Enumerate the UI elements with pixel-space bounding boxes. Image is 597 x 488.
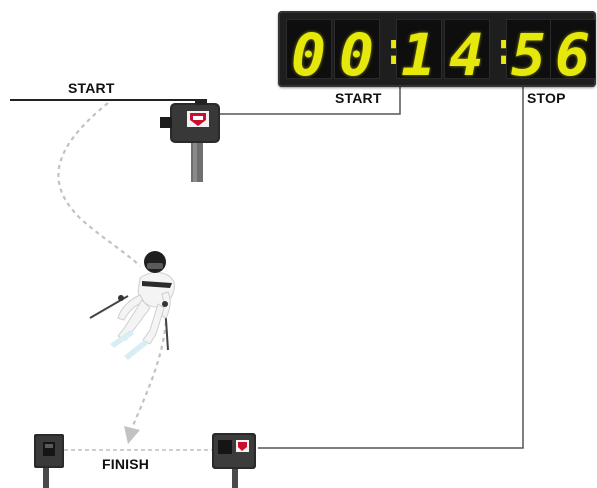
- digit-cell: 5: [506, 19, 552, 84]
- photocell-icon: [212, 433, 256, 488]
- timer-stop-label: STOP: [527, 90, 566, 106]
- digit-cell: 4: [444, 19, 490, 84]
- digit-cell: 0: [286, 19, 332, 84]
- timer-display: 0 0 : 1 4 : 5 6: [278, 11, 596, 87]
- skier-icon: [89, 251, 175, 360]
- finish-label: FINISH: [102, 456, 150, 472]
- stop-wire: [258, 87, 524, 449]
- timer-digit: 1: [401, 21, 436, 89]
- start-gate-icon: [160, 99, 220, 182]
- digit-cell: 1: [396, 19, 442, 84]
- timer-digit: 0: [291, 21, 326, 89]
- timer-digit: 4: [449, 21, 484, 89]
- timer-start-label: START: [335, 90, 382, 106]
- start-line-label: START: [68, 80, 115, 96]
- timer-digit: 0: [339, 21, 374, 89]
- timer-digit: 6: [555, 21, 590, 89]
- digit-cell: 6: [550, 19, 596, 84]
- digit-cell: 0: [334, 19, 380, 84]
- ski-path-arrowhead: [124, 426, 140, 444]
- timer-digit: 5: [511, 21, 546, 89]
- ski-path-upper: [57, 102, 141, 267]
- photocell-icon: [34, 434, 64, 488]
